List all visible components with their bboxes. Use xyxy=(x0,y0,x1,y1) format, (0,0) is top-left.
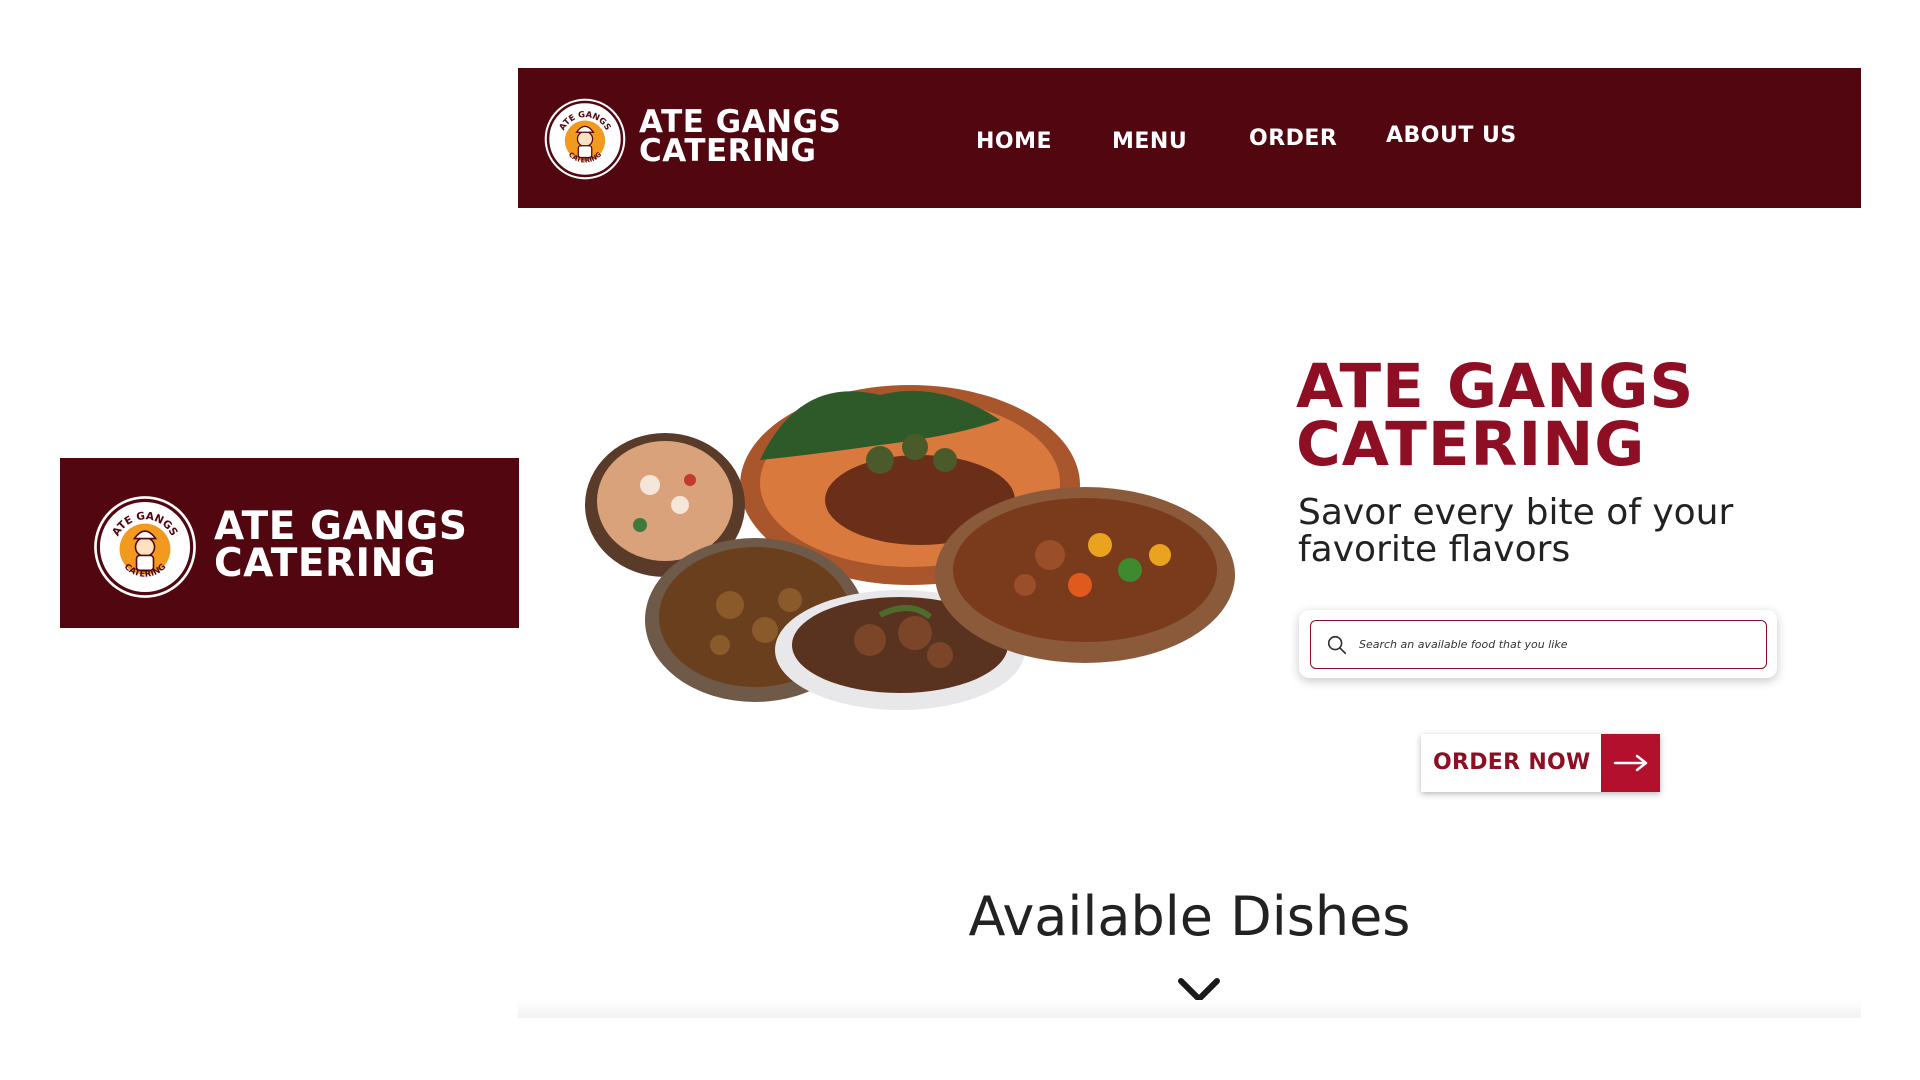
search-input[interactable] xyxy=(1359,621,1766,668)
hero-title-line-2: CATERING xyxy=(1296,409,1646,480)
search-box[interactable] xyxy=(1310,620,1767,669)
arrow-right-icon xyxy=(1613,754,1647,772)
search-icon xyxy=(1327,635,1347,654)
top-navbar: ATE GANGS CATERING ATE GANGS CATERING HO… xyxy=(518,68,1861,208)
available-dishes-title: Available Dishes xyxy=(968,885,1411,948)
food-dishes-image xyxy=(585,385,1235,710)
page: ATE GANGS CATERING ATE GANGS CATERING HO… xyxy=(0,0,1920,1080)
hero-subtitle-line-2: favorite flavors xyxy=(1298,529,1571,570)
order-now-button[interactable]: ORDER NOW xyxy=(1421,734,1660,792)
brand-line-1: ATE GANGS xyxy=(214,504,468,549)
section-divider xyxy=(518,1000,1861,1018)
order-now-label: ORDER NOW xyxy=(1433,750,1591,775)
nav-item-order[interactable]: ORDER xyxy=(1249,126,1337,151)
nav-item-home[interactable]: HOME xyxy=(976,129,1052,154)
banner-brand-name: ATE GANGS CATERING xyxy=(214,504,468,586)
order-now-arrow[interactable] xyxy=(1601,734,1660,792)
hero-subtitle-line-1: Savor every bite of your xyxy=(1298,492,1734,533)
logo-badge-icon: ATE GANGS CATERING xyxy=(94,496,196,598)
nav-item-menu[interactable]: MENU xyxy=(1112,129,1187,154)
brand-line-2: CATERING xyxy=(639,133,817,169)
nav-brand-name[interactable]: ATE GANGS CATERING xyxy=(639,107,841,169)
hero-title: ATE GANGS CATERING xyxy=(1296,351,1695,480)
hero-title-line-1: ATE GANGS xyxy=(1296,351,1695,422)
logo-badge-icon[interactable]: ATE GANGS CATERING xyxy=(543,97,627,181)
nav-item-about-us[interactable]: ABOUT US xyxy=(1386,123,1517,148)
logo-banner: ATE GANGS CATERING ATE GANGS CATERING xyxy=(60,458,519,628)
hero-subtitle: Savor every bite of your favorite flavor… xyxy=(1298,494,1733,568)
search-card xyxy=(1299,610,1777,678)
brand-line-2: CATERING xyxy=(214,541,437,586)
